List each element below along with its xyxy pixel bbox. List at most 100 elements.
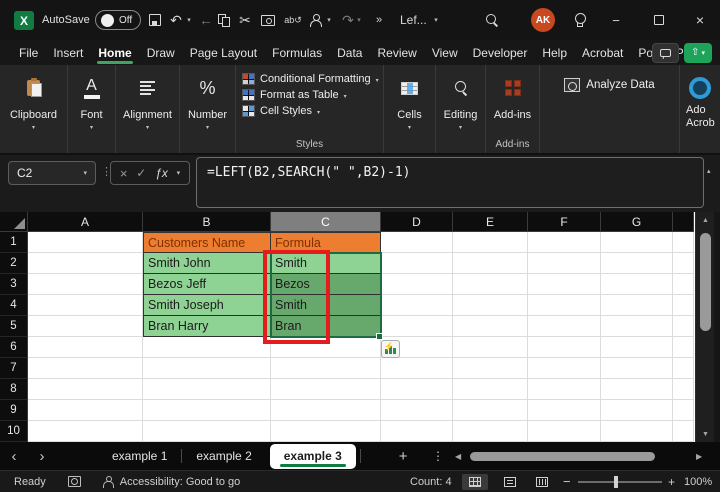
cell-G8[interactable]	[601, 379, 673, 400]
translate-button[interactable]: ab↺	[282, 0, 304, 40]
row-header-8[interactable]: 8	[0, 379, 28, 400]
account-sync-dropdown[interactable]: ▾	[324, 0, 334, 40]
cell-B5[interactable]: Bran Harry	[143, 316, 271, 337]
zoom-level[interactable]: 100%	[684, 476, 712, 488]
document-title-dropdown[interactable]: ▾	[430, 0, 442, 40]
cell-G1[interactable]	[601, 232, 673, 253]
picture-button[interactable]	[256, 0, 280, 40]
column-header-G[interactable]: G	[601, 212, 673, 232]
cell-G9[interactable]	[601, 400, 673, 421]
cell-C1[interactable]: Formula	[271, 232, 381, 253]
ribbon-tab-file[interactable]: File	[18, 43, 39, 63]
cell-A3[interactable]	[28, 274, 143, 295]
zoom-out-button[interactable]: −	[563, 474, 571, 489]
tell-me-button[interactable]	[568, 0, 590, 40]
cell-A8[interactable]	[28, 379, 143, 400]
cells-group[interactable]: Cells ▾	[384, 65, 436, 153]
sheet-nav-prev-icon[interactable]: ‹	[0, 448, 28, 465]
cell-G3[interactable]	[601, 274, 673, 295]
cell-A2[interactable]	[28, 253, 143, 274]
cell-A5[interactable]	[28, 316, 143, 337]
format-as-table-button[interactable]: Format as Table ▾	[242, 89, 347, 101]
cell-C6[interactable]	[271, 337, 381, 358]
cell-H8[interactable]	[673, 379, 694, 400]
cell-C4[interactable]: Smith	[271, 295, 381, 316]
undo-button[interactable]: ↶	[166, 0, 186, 40]
maximize-button[interactable]	[645, 0, 673, 40]
cancel-entry-button[interactable]: ×	[120, 166, 128, 181]
cell-B9[interactable]	[143, 400, 271, 421]
comments-button[interactable]	[652, 43, 679, 63]
cell-B4[interactable]: Smith Joseph	[143, 295, 271, 316]
cell-F2[interactable]	[528, 253, 601, 274]
cell-H10[interactable]	[673, 421, 694, 442]
row-header-5[interactable]: 5	[0, 316, 28, 337]
cell-B6[interactable]	[143, 337, 271, 358]
cell-D5[interactable]	[381, 316, 453, 337]
cell-D8[interactable]	[381, 379, 453, 400]
close-button[interactable]: ×	[686, 0, 714, 40]
cell-F9[interactable]	[528, 400, 601, 421]
cell-H7[interactable]	[673, 358, 694, 379]
ribbon-tab-insert[interactable]: Insert	[52, 43, 84, 63]
cell-E6[interactable]	[453, 337, 528, 358]
column-header-D[interactable]: D	[381, 212, 453, 232]
page-break-view-button[interactable]	[529, 474, 555, 490]
name-box[interactable]: C2 ▾	[8, 161, 96, 185]
row-header-4[interactable]: 4	[0, 295, 28, 316]
cell-F8[interactable]	[528, 379, 601, 400]
cell-C7[interactable]	[271, 358, 381, 379]
minimize-button[interactable]: −	[602, 0, 630, 40]
sheet-tab-example-3-active[interactable]: example 3	[270, 444, 356, 469]
ribbon-tab-page-layout[interactable]: Page Layout	[189, 43, 258, 63]
cell-C10[interactable]	[271, 421, 381, 442]
cell-E1[interactable]	[453, 232, 528, 253]
column-header-F[interactable]: F	[528, 212, 601, 232]
ribbon-tab-data[interactable]: Data	[336, 43, 363, 63]
cell-A9[interactable]	[28, 400, 143, 421]
zoom-slider-track[interactable]	[578, 481, 662, 483]
column-header-partial[interactable]	[673, 212, 694, 232]
editing-group[interactable]: Editing ▾	[436, 65, 486, 153]
add-ins-group[interactable]: Add-ins Add-ins	[486, 65, 540, 153]
cell-F4[interactable]	[528, 295, 601, 316]
cell-H5[interactable]	[673, 316, 694, 337]
cell-B2[interactable]: Smith John	[143, 253, 271, 274]
cell-G4[interactable]	[601, 295, 673, 316]
cell-E8[interactable]	[453, 379, 528, 400]
account-sync-button[interactable]	[306, 0, 324, 40]
cell-D10[interactable]	[381, 421, 453, 442]
cell-A7[interactable]	[28, 358, 143, 379]
cell-H1[interactable]	[673, 232, 694, 253]
cell-B7[interactable]	[143, 358, 271, 379]
cell-C2[interactable]: Smith	[271, 253, 381, 274]
cell-A10[interactable]	[28, 421, 143, 442]
cell-D2[interactable]	[381, 253, 453, 274]
alignment-group[interactable]: Alignment ▾	[116, 65, 180, 153]
cell-D3[interactable]	[381, 274, 453, 295]
row-header-7[interactable]: 7	[0, 358, 28, 379]
add-sheet-button[interactable]: +	[399, 448, 408, 465]
row-header-3[interactable]: 3	[0, 274, 28, 295]
sheet-tab-example-2[interactable]: example 2	[182, 442, 265, 470]
ribbon-tab-view[interactable]: View	[431, 43, 459, 63]
more-commands-button[interactable]: »	[370, 0, 388, 40]
cell-E2[interactable]	[453, 253, 528, 274]
cell-D4[interactable]	[381, 295, 453, 316]
cell-C3[interactable]: Bezos	[271, 274, 381, 295]
count-indicator[interactable]: Count: 4	[410, 476, 452, 488]
cell-E3[interactable]	[453, 274, 528, 295]
horizontal-scroll-thumb[interactable]	[470, 452, 655, 461]
expand-formula-bar-button[interactable]: ▴	[707, 167, 711, 175]
cell-G2[interactable]	[601, 253, 673, 274]
row-header-1[interactable]: 1	[0, 232, 28, 253]
document-title[interactable]: Lef...	[400, 0, 427, 40]
conditional-formatting-button[interactable]: Conditional Formatting ▾	[242, 73, 379, 85]
cell-F6[interactable]	[528, 337, 601, 358]
share-button[interactable]: ⇧ ▾	[684, 43, 712, 63]
zoom-slider-thumb[interactable]	[614, 476, 618, 488]
copy-button[interactable]	[212, 0, 236, 40]
cell-D7[interactable]	[381, 358, 453, 379]
column-header-B[interactable]: B	[143, 212, 271, 232]
confirm-entry-button[interactable]: ✓	[136, 166, 146, 180]
